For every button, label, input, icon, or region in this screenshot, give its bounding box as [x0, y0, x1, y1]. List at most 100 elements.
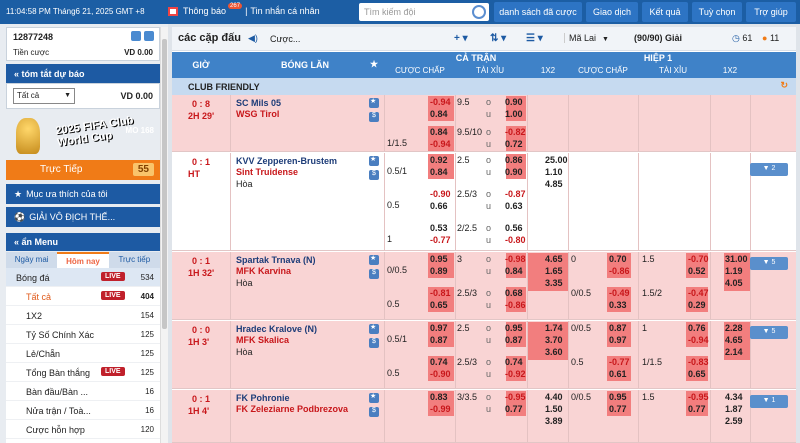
refresh-icon[interactable]: ↻: [780, 80, 788, 91]
live-button[interactable]: Trực Tiếp 55: [6, 160, 160, 180]
under-odds[interactable]: 0.84: [505, 266, 523, 276]
menu-item[interactable]: Bóng đá LIVE 534: [6, 268, 160, 287]
home-odds[interactable]: 0.97: [430, 323, 448, 333]
1x2-odds[interactable]: 4.85: [545, 179, 563, 189]
home-team[interactable]: FK Pohronie: [236, 393, 290, 403]
championship-link[interactable]: ⚽ GIẢI VÔ ĐỊCH THẾ...: [6, 207, 160, 227]
over-odds[interactable]: 0.95: [505, 323, 523, 333]
tab-today[interactable]: Hôm nay: [57, 252, 109, 268]
notifications-link[interactable]: Thông báo 267 | Tin nhắn cá nhân: [168, 3, 320, 16]
1x2-odds[interactable]: 1.10: [545, 167, 563, 177]
menu-item[interactable]: 1X2 154: [6, 306, 160, 325]
half-1x2-odds[interactable]: 4.34: [725, 392, 743, 402]
over-odds[interactable]: -0.98: [505, 254, 526, 264]
half-over-odds[interactable]: -0.83: [688, 357, 709, 367]
home-odds[interactable]: 0.83: [430, 392, 448, 402]
bet-icon[interactable]: [369, 170, 379, 180]
menu-item[interactable]: Lẻ/Chẵn 125: [6, 344, 160, 363]
league-count[interactable]: (90/90) Giải: [634, 33, 682, 43]
favorite-star-icon[interactable]: [369, 323, 379, 334]
league-select[interactable]: Mã Lai ▼: [564, 33, 609, 43]
1x2-odds[interactable]: 1.50: [545, 404, 563, 414]
half-under-odds[interactable]: 0.29: [688, 300, 706, 310]
menu-item[interactable]: Bàn đầu/Bàn ... 16: [6, 382, 160, 401]
counter-a[interactable]: ◷ 61: [732, 33, 752, 44]
over-odds[interactable]: 0.86: [505, 155, 523, 165]
half-home-odds[interactable]: 0.95: [609, 392, 627, 402]
under-odds[interactable]: -0.92: [505, 369, 526, 379]
under-odds[interactable]: -0.80: [505, 235, 526, 245]
help-button[interactable]: Trợ giúp: [746, 2, 796, 22]
half-under-odds[interactable]: -0.94: [688, 335, 709, 345]
home-team[interactable]: Hradec Kralove (N): [236, 324, 317, 334]
1x2-odds[interactable]: 4.40: [545, 392, 563, 402]
half-over-odds[interactable]: -0.70: [688, 254, 709, 264]
tab-tomorrow[interactable]: Ngày mai: [6, 252, 58, 268]
search-input[interactable]: Tìm kiếm đội: [359, 3, 489, 21]
favorite-star-icon[interactable]: [369, 97, 379, 108]
home-odds[interactable]: -0.90: [430, 189, 451, 199]
home-odds[interactable]: 0.92: [430, 155, 448, 165]
sidebar-scrollbar[interactable]: [160, 27, 168, 443]
half-over-odds[interactable]: -0.95: [688, 392, 709, 402]
1x2-odds[interactable]: 3.70: [545, 335, 563, 345]
bet-icon[interactable]: [369, 269, 379, 279]
star-icon[interactable]: ★: [370, 59, 378, 70]
bet-list-button[interactable]: danh sách đã cược: [494, 2, 582, 22]
half-over-odds[interactable]: -0.47: [688, 288, 709, 298]
away-odds[interactable]: 0.89: [430, 266, 448, 276]
half-1x2-odds[interactable]: 4.65: [725, 335, 743, 345]
grid-icon[interactable]: [131, 31, 141, 41]
away-odds[interactable]: 0.66: [430, 201, 448, 211]
half-1x2-odds[interactable]: 2.14: [725, 347, 743, 357]
over-odds[interactable]: -0.95: [505, 392, 526, 402]
favorites-link[interactable]: ★ Mục ưa thích của tôi: [6, 184, 160, 204]
away-odds[interactable]: 0.65: [430, 300, 448, 310]
over-odds[interactable]: 0.68: [505, 288, 523, 298]
results-button[interactable]: Kết quả: [642, 2, 688, 22]
1x2-odds[interactable]: 4.65: [545, 254, 563, 264]
1x2-odds[interactable]: 1.65: [545, 266, 563, 276]
away-odds[interactable]: -0.77: [430, 235, 451, 245]
away-odds[interactable]: -0.94: [430, 139, 451, 149]
summary-header[interactable]: « tóm tắt dự báo: [6, 64, 160, 83]
half-1x2-odds[interactable]: 2.59: [725, 416, 743, 426]
away-odds[interactable]: 0.84: [430, 109, 448, 119]
search-icon[interactable]: [472, 5, 486, 19]
half-home-odds[interactable]: -0.49: [609, 288, 630, 298]
over-odds[interactable]: 0.56: [505, 223, 523, 233]
under-odds[interactable]: -0.86: [505, 300, 526, 310]
away-team[interactable]: Sint Truidense: [236, 167, 298, 177]
half-1x2-odds[interactable]: 1.19: [725, 266, 743, 276]
away-team[interactable]: MFK Skalica: [236, 335, 289, 345]
1x2-odds[interactable]: 3.89: [545, 416, 563, 426]
home-team[interactable]: Spartak Trnava (N): [236, 255, 316, 265]
bet-icon[interactable]: [369, 338, 379, 348]
under-odds[interactable]: 0.77: [505, 404, 523, 414]
half-under-odds[interactable]: 0.77: [688, 404, 706, 414]
counter-b[interactable]: ● 11: [762, 33, 779, 43]
home-odds[interactable]: 0.95: [430, 254, 448, 264]
menu-item[interactable]: Tất cả LIVE 404: [6, 287, 160, 306]
menu-toggle[interactable]: « ẩn Menu: [6, 233, 160, 251]
favorite-star-icon[interactable]: [369, 392, 379, 403]
half-1x2-odds[interactable]: 4.05: [725, 278, 743, 288]
1x2-odds[interactable]: 3.60: [545, 347, 563, 357]
favorite-star-icon[interactable]: [369, 254, 379, 265]
over-odds[interactable]: -0.87: [505, 189, 526, 199]
home-team[interactable]: KVV Zepperen-Brustem: [236, 156, 337, 166]
half-under-odds[interactable]: 0.52: [688, 266, 706, 276]
home-team[interactable]: SC Mils 05: [236, 98, 281, 108]
away-odds[interactable]: 0.84: [430, 167, 448, 177]
more-markets-button[interactable]: ▼ 1: [750, 395, 788, 408]
menu-item[interactable]: Tổng Bàn thắng LIVE 125: [6, 363, 160, 382]
bet-filter[interactable]: Cược...: [270, 34, 300, 44]
under-odds[interactable]: 0.63: [505, 201, 523, 211]
1x2-odds[interactable]: 1.74: [545, 323, 563, 333]
under-odds[interactable]: 0.72: [505, 139, 523, 149]
away-odds[interactable]: -0.90: [430, 369, 451, 379]
under-odds[interactable]: 0.87: [505, 335, 523, 345]
messages-link[interactable]: Tin nhắn cá nhân: [250, 6, 319, 16]
promo-banner[interactable]: 2025 FIFA Club World Cup MO 168: [6, 112, 160, 160]
tab-live[interactable]: Trực tiếp: [108, 252, 160, 268]
